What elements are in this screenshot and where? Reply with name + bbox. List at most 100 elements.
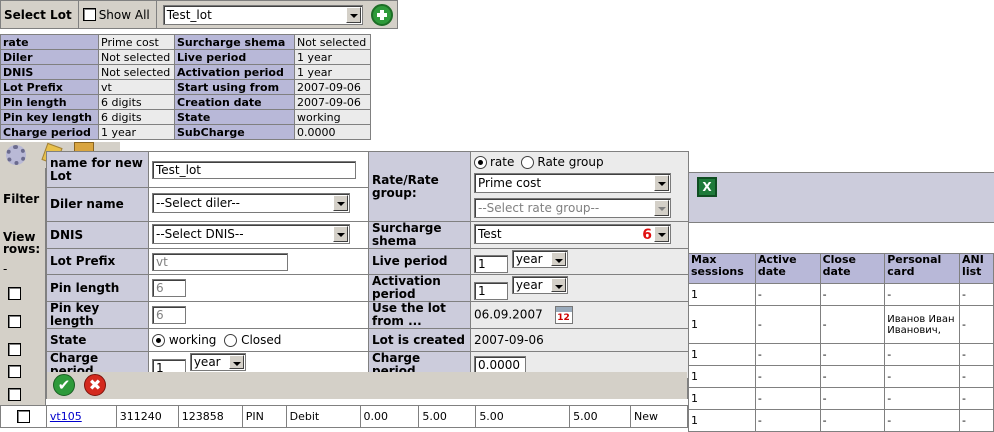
surcharge-badge: 6 (642, 226, 652, 243)
table-row[interactable]: 1- - Иванов Иван Иванович, - (688, 305, 994, 344)
cancel-button[interactable]: ✖ (84, 374, 106, 396)
cell: Debit (285, 405, 361, 428)
filter-panel: Filter View rows: - (0, 168, 46, 427)
table-cell: 1 (688, 409, 756, 432)
excel-export-icon[interactable]: X (697, 177, 717, 197)
rate-label: Rate/Rate group: (368, 151, 471, 222)
row-checkbox[interactable] (8, 388, 21, 401)
live-period-input[interactable]: 1 (474, 255, 508, 274)
row-checkbox[interactable] (16, 410, 30, 424)
row-checkbox[interactable] (8, 315, 21, 328)
table-row[interactable]: 1---- (688, 387, 994, 410)
state-label: State (46, 328, 149, 352)
table-row[interactable]: 1---- (688, 283, 994, 306)
table-row[interactable]: vt105 311240 123858 PIN Debit 0.00 5.00 … (0, 405, 688, 428)
lot-prefix-input[interactable]: vt (152, 252, 288, 271)
chevron-down-icon[interactable] (550, 251, 566, 266)
live-period-unit-select[interactable]: year (511, 249, 568, 268)
info-value: 6 digits (98, 94, 175, 110)
table-cell: - (959, 409, 994, 432)
info-value: working (294, 109, 371, 125)
cell: 5.00 (475, 405, 571, 428)
col-close-date: Close date (819, 253, 886, 284)
cell: 311240 (115, 405, 179, 428)
cell: 123858 (177, 405, 243, 428)
table-cell: - (819, 409, 886, 432)
surcharge-select[interactable]: Test 6 (474, 223, 671, 244)
state-working-label: working (168, 333, 217, 347)
chevron-down-icon (654, 200, 669, 216)
lot-name-input[interactable]: Test_lot (152, 160, 356, 179)
chevron-down-icon[interactable] (333, 195, 348, 211)
info-label: SubCharge (174, 124, 295, 140)
info-value: vt (98, 79, 175, 95)
table-cell: - (754, 387, 821, 410)
pin-key-length-input[interactable]: 6 (152, 306, 186, 324)
chevron-down-icon[interactable] (654, 225, 669, 242)
info-label: Creation date (174, 94, 295, 110)
gear-icon[interactable] (6, 145, 26, 165)
live-period-label: Live period (368, 248, 471, 275)
table-cell: - (819, 283, 886, 306)
cell: 0.00 (359, 405, 420, 428)
show-all-option[interactable]: Show All (79, 1, 157, 28)
chevron-down-icon[interactable] (654, 175, 669, 191)
prefix-label: Lot Prefix (46, 248, 149, 275)
info-label: DNIS (0, 64, 99, 80)
table-row[interactable]: 1---- (688, 343, 994, 366)
charge-period-unit-select[interactable]: year (189, 353, 246, 372)
pin-link[interactable]: vt105 (50, 410, 82, 423)
created-value: 2007-09-06 (470, 328, 689, 352)
table-row[interactable]: 1---- (688, 409, 994, 432)
info-value: 2007-09-06 (294, 94, 371, 110)
info-label: Surcharge shema (174, 34, 295, 50)
table-cell: - (819, 365, 886, 388)
table-cell: - (959, 343, 994, 366)
filter-label: Filter (3, 192, 40, 206)
row-checkbox[interactable] (8, 287, 21, 300)
info-value: Not selected (98, 64, 175, 80)
rate-radio[interactable] (474, 155, 487, 169)
cell: PIN (241, 405, 287, 428)
table-row[interactable]: 1---- (688, 365, 994, 388)
confirm-button[interactable]: ✔ (53, 374, 75, 396)
table-cell: - (754, 365, 821, 388)
activation-period-input[interactable]: 1 (474, 281, 508, 300)
chevron-down-icon[interactable] (228, 355, 244, 370)
rate-radio-label: rate (490, 155, 515, 169)
activation-period-unit-select[interactable]: year (511, 276, 568, 295)
info-label: Pin key length (0, 109, 99, 125)
lot-select[interactable]: Test_lot (162, 4, 363, 25)
rate-group-radio[interactable] (521, 155, 535, 169)
info-value: 2007-09-06 (294, 79, 371, 95)
col-ani-list: ANI list (959, 253, 994, 284)
show-all-label: Show All (98, 7, 150, 22)
show-all-checkbox[interactable] (82, 8, 96, 21)
use-from-label: Use the lot from ... (368, 301, 471, 329)
chevron-down-icon[interactable] (345, 6, 361, 23)
cell: 5.00 (418, 405, 477, 428)
state-closed-radio[interactable] (224, 334, 238, 347)
table-cell: 1 (688, 343, 756, 366)
table-cell: - (959, 305, 994, 344)
diler-select[interactable]: --Select diler-- (152, 193, 350, 213)
pin-length-label: Pin length (46, 274, 149, 302)
info-row: Pin length 6 digits Creation date 2007-09-0… (0, 94, 371, 110)
state-working-radio[interactable] (152, 334, 165, 347)
table-cell: - (819, 343, 886, 366)
row-checkbox[interactable] (8, 365, 21, 378)
calendar-icon[interactable]: 12 (554, 306, 573, 324)
row-checkbox[interactable] (8, 343, 21, 356)
table-cell: Иванов Иван Иванович, (884, 305, 961, 344)
chevron-down-icon[interactable] (333, 225, 348, 242)
info-label: Diler (0, 49, 99, 65)
chevron-down-icon[interactable] (550, 278, 566, 293)
dnis-select[interactable]: --Select DNIS-- (152, 223, 350, 244)
pin-length-input[interactable]: 6 (152, 279, 186, 297)
info-value: 1 year (294, 49, 371, 65)
table-cell: - (959, 283, 994, 306)
rate-select[interactable]: Prime cost (474, 173, 671, 193)
add-lot-button[interactable] (370, 3, 393, 26)
rate-group-select[interactable]: --Select rate group-- (474, 198, 671, 218)
info-value: Not selected (294, 34, 371, 50)
